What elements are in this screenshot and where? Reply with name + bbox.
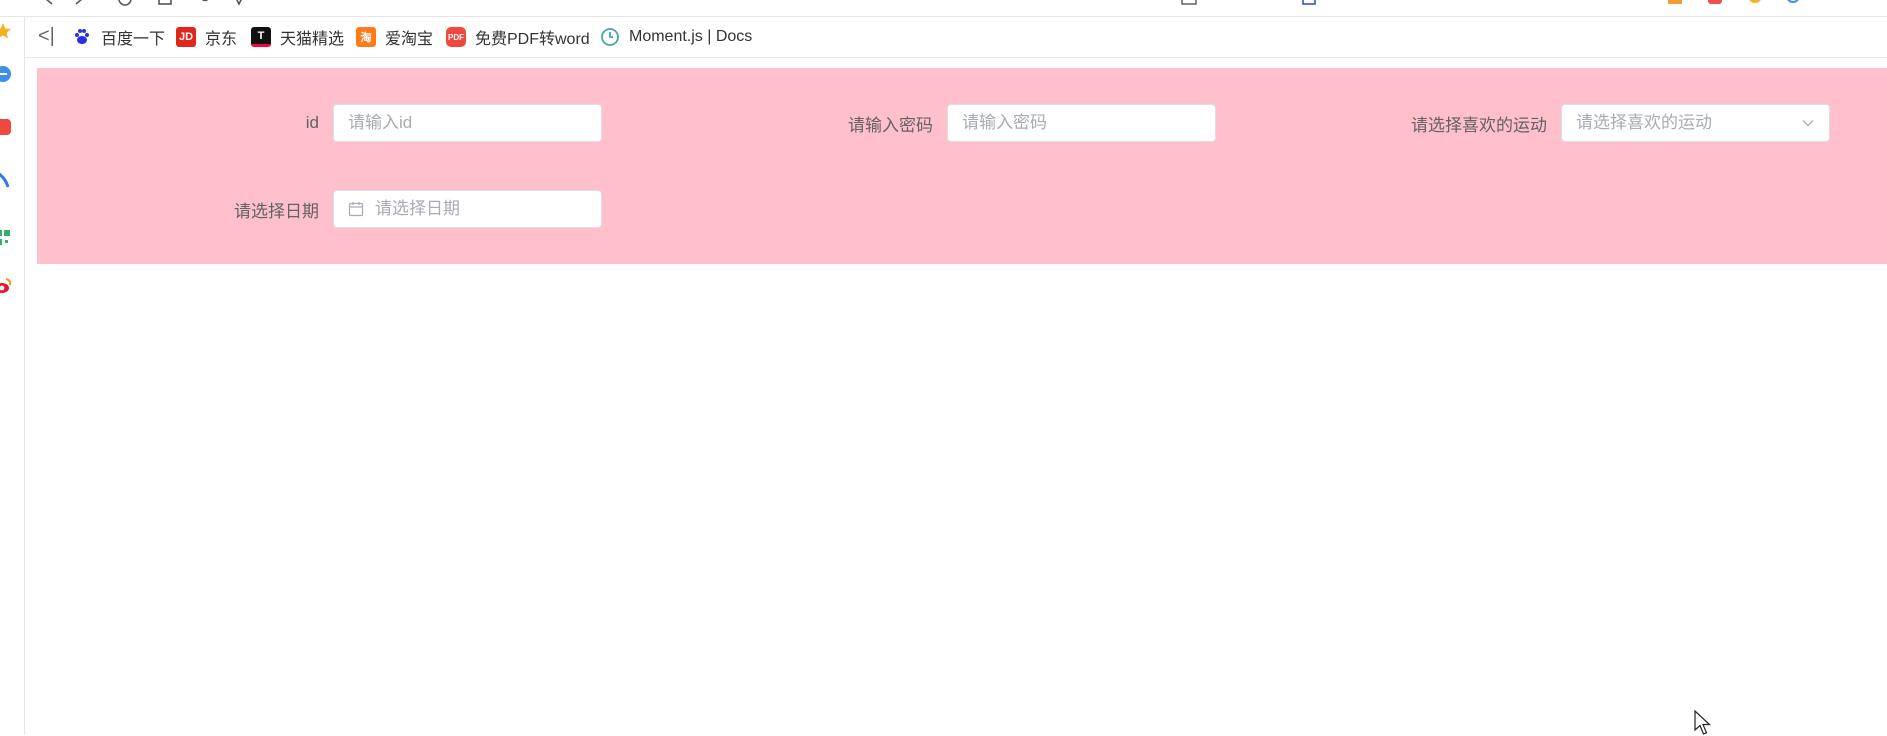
bookmark-taobao[interactable]: 淘 爱淘宝 bbox=[356, 26, 433, 48]
bookmark-label: 京东 bbox=[205, 31, 238, 48]
sport-select-input[interactable] bbox=[1576, 113, 1815, 133]
extension-blue-icon[interactable] bbox=[1784, 0, 1802, 6]
pdf-icon: PDF bbox=[446, 27, 466, 47]
weibo-icon[interactable] bbox=[0, 277, 12, 295]
bookmark-jd[interactable]: JD 京东 bbox=[176, 26, 237, 48]
bookmark-label: 免费PDF转word bbox=[475, 31, 590, 48]
chevron-down-icon bbox=[1802, 120, 1814, 127]
bookmark-label: 爱淘宝 bbox=[385, 31, 434, 48]
clock-icon bbox=[601, 28, 619, 46]
qr-code-icon[interactable] bbox=[0, 229, 12, 247]
bookmark-label: Moment.js | Docs bbox=[629, 28, 753, 45]
bookmark-pdf[interactable]: PDF 免费PDF转word bbox=[446, 26, 590, 48]
browser-sidebar bbox=[0, 17, 25, 735]
password-label: 请输入密码 bbox=[848, 115, 933, 135]
taobao-logo-icon: 淘 bbox=[356, 27, 376, 47]
password-input[interactable] bbox=[962, 113, 1201, 133]
extension-yellow-icon[interactable] bbox=[1746, 0, 1764, 6]
bookmarks-bar: <| 百度一下 JD 京东 T 天猫精选 淘 爱淘宝 PDF 免费PDF转wor… bbox=[0, 17, 1887, 58]
form-item-date: 请选择日期 bbox=[37, 189, 602, 229]
tmall-logo-icon: T bbox=[251, 27, 271, 47]
baidu-paw-icon bbox=[75, 29, 89, 44]
chat-icon[interactable] bbox=[0, 65, 12, 83]
form-item-sport: 请选择喜欢的运动 bbox=[1265, 103, 1830, 143]
form-item-password: 请输入密码 bbox=[651, 103, 1216, 143]
star-icon[interactable] bbox=[0, 22, 12, 40]
bookmark-moment[interactable]: Moment.js | Docs bbox=[600, 26, 752, 48]
home-icon[interactable] bbox=[156, 0, 174, 6]
pdf-sidebar-icon[interactable] bbox=[0, 118, 12, 136]
date-input[interactable] bbox=[375, 199, 587, 219]
bookmark-tmall[interactable]: T 天猫精选 bbox=[251, 26, 344, 48]
search-form: id 请输入密码 请选择喜欢的运动 请选择日期 bbox=[37, 68, 1887, 264]
id-label: id bbox=[305, 113, 319, 132]
window-minimize-icon[interactable] bbox=[1858, 0, 1876, 6]
calendar-icon bbox=[348, 202, 364, 217]
bookmark-baidu[interactable]: 百度一下 bbox=[72, 26, 165, 48]
date-label: 请选择日期 bbox=[234, 201, 319, 221]
back-icon[interactable] bbox=[40, 0, 58, 6]
forward-icon[interactable] bbox=[70, 0, 88, 6]
reload-icon[interactable] bbox=[116, 0, 134, 6]
bookmark-label: 天猫精选 bbox=[280, 31, 345, 48]
sport-select[interactable] bbox=[1561, 104, 1830, 142]
extension-red-icon[interactable] bbox=[1706, 0, 1724, 6]
date-picker[interactable] bbox=[333, 190, 602, 228]
browser-toolbar bbox=[0, 0, 1887, 17]
sport-label: 请选择喜欢的运动 bbox=[1411, 115, 1547, 135]
history-icon[interactable] bbox=[196, 0, 214, 6]
id-input-wrapper[interactable] bbox=[333, 104, 602, 142]
extension-orange-icon[interactable] bbox=[1666, 0, 1684, 6]
tool-icon[interactable] bbox=[0, 171, 12, 189]
password-input-wrapper[interactable] bbox=[947, 104, 1216, 142]
jd-logo-icon: JD bbox=[176, 27, 196, 47]
extension-icon[interactable] bbox=[1300, 0, 1318, 6]
menu-icon[interactable] bbox=[1820, 0, 1838, 6]
sidebar-collapse-icon[interactable]: <| bbox=[38, 25, 55, 47]
favorite-icon[interactable] bbox=[230, 0, 248, 6]
translate-icon[interactable] bbox=[1180, 0, 1198, 6]
form-item-id: id bbox=[37, 103, 602, 143]
mouse-cursor-icon bbox=[1694, 710, 1712, 735]
bookmark-label: 百度一下 bbox=[101, 31, 166, 48]
id-input[interactable] bbox=[348, 113, 587, 133]
